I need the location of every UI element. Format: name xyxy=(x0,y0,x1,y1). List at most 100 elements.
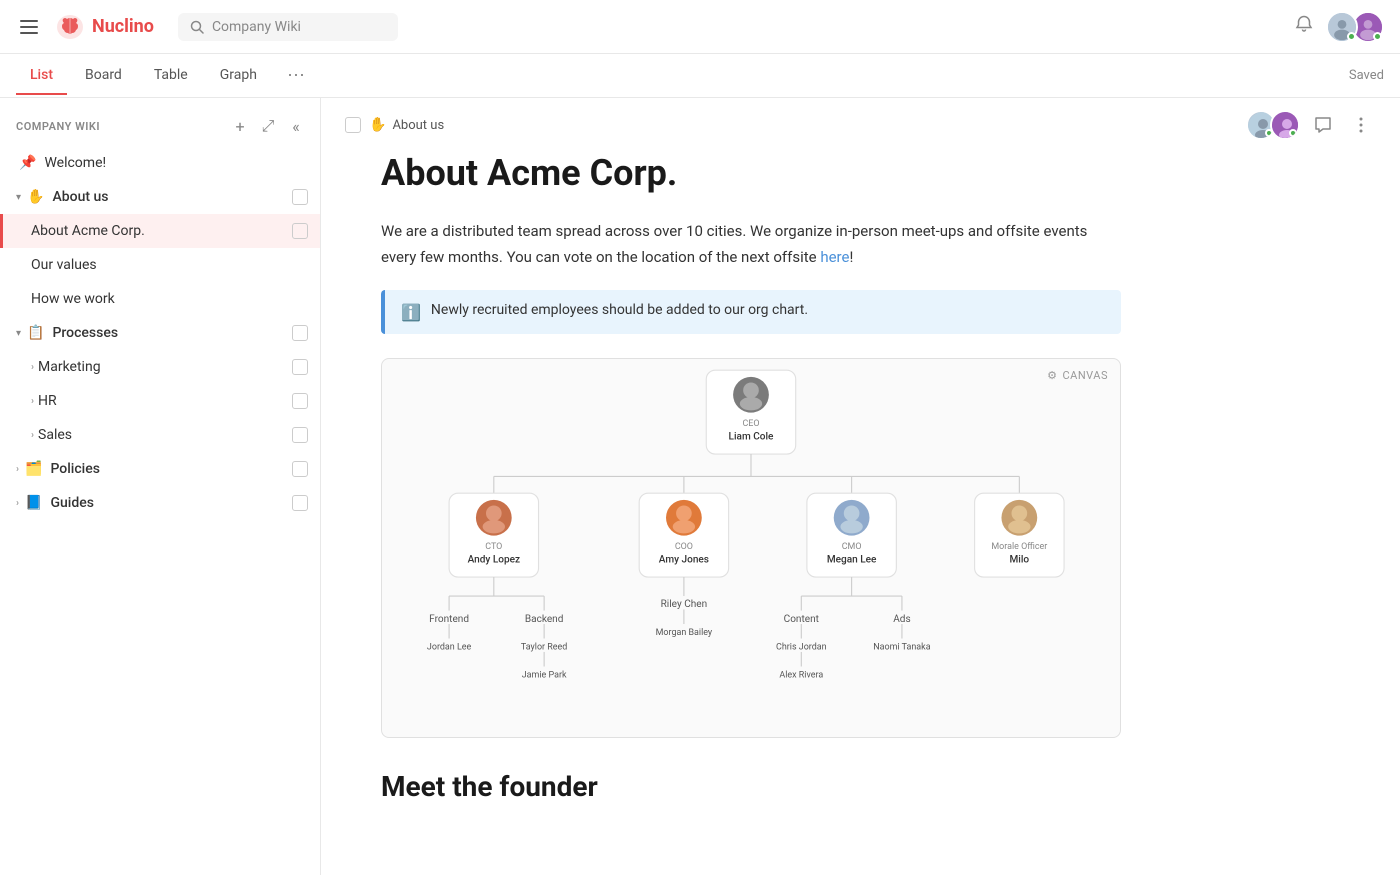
content-avatar-2 xyxy=(1270,110,1300,140)
tab-list[interactable]: List xyxy=(16,57,67,95)
breadcrumb-path: ✋ About us xyxy=(369,117,444,133)
hamburger-menu[interactable] xyxy=(16,16,42,38)
logo-icon xyxy=(54,11,86,43)
body-text-2: ! xyxy=(849,248,853,266)
svg-text:CMO: CMO xyxy=(842,542,862,552)
about-us-check xyxy=(292,189,308,205)
add-item-button[interactable]: + xyxy=(228,114,252,138)
about-acme-label: About Acme Corp. xyxy=(31,223,292,239)
svg-text:Morale Officer: Morale Officer xyxy=(991,542,1047,552)
sidebar-item-about-acme[interactable]: About Acme Corp. xyxy=(0,214,320,248)
expand-button[interactable]: ⤢ xyxy=(256,114,280,138)
tabs-bar: List Board Table Graph ⋯ Saved xyxy=(0,54,1400,98)
about-us-label: About us xyxy=(52,189,292,205)
saved-label: Saved xyxy=(1349,68,1384,83)
pin-icon: 📌 xyxy=(19,155,36,171)
canvas-label: ⚙ CANVAS xyxy=(1047,369,1108,382)
info-box: ℹ️ Newly recruited employees should be a… xyxy=(381,290,1121,334)
logo[interactable]: Nuclino xyxy=(54,11,154,43)
top-bar: Nuclino Company Wiki xyxy=(0,0,1400,54)
sales-chevron-icon: › xyxy=(31,430,34,441)
content-user-avatars xyxy=(1246,110,1300,140)
avatar-user1 xyxy=(1326,11,1358,43)
svg-text:Naomi Tanaka: Naomi Tanaka xyxy=(873,643,930,653)
processes-label: Processes xyxy=(52,325,292,341)
our-values-label: Our values xyxy=(31,257,308,273)
sidebar-header-actions: + ⤢ « xyxy=(228,114,308,138)
svg-text:Alex Rivera: Alex Rivera xyxy=(779,671,823,681)
svg-text:CEO: CEO xyxy=(742,419,759,429)
guides-label: Guides xyxy=(50,495,292,511)
svg-text:Ads: Ads xyxy=(893,614,910,625)
comments-button[interactable] xyxy=(1308,110,1338,140)
breadcrumb-label: About us xyxy=(392,118,444,133)
sidebar-section-title: COMPANY WIKI xyxy=(16,120,100,133)
tabs-more-button[interactable]: ⋯ xyxy=(279,61,313,90)
breadcrumb-check[interactable] xyxy=(345,117,361,133)
svg-text:Jordan Lee: Jordan Lee xyxy=(427,643,472,653)
sidebar-item-processes[interactable]: ▾ 📋 Processes xyxy=(0,316,320,350)
sidebar-item-about-us[interactable]: ▾ ✋ About us xyxy=(0,180,320,214)
sidebar-item-how-we-work[interactable]: How we work xyxy=(0,282,320,316)
content-body: About Acme Corp. We are a distributed te… xyxy=(321,152,1181,859)
sidebar-item-marketing[interactable]: › Marketing xyxy=(0,350,320,384)
breadcrumb: ✋ About us xyxy=(345,117,444,133)
sidebar-item-our-values[interactable]: Our values xyxy=(0,248,320,282)
processes-chevron-icon: ▾ xyxy=(16,328,21,339)
body-text-1: We are a distributed team spread across … xyxy=(381,222,1087,266)
svg-text:Riley Chen: Riley Chen xyxy=(661,599,708,610)
canvas-label-text: CANVAS xyxy=(1063,369,1109,382)
svg-text:CTO: CTO xyxy=(485,542,502,552)
collapse-sidebar-button[interactable]: « xyxy=(284,114,308,138)
tab-graph[interactable]: Graph xyxy=(206,57,271,95)
svg-text:Chris Jordan: Chris Jordan xyxy=(776,643,827,653)
org-chart-svg: CEO Liam Cole xyxy=(382,359,1120,738)
sidebar-item-welcome[interactable]: 📌 Welcome! xyxy=(0,146,320,180)
svg-text:Jamie Park: Jamie Park xyxy=(522,671,567,681)
guides-emoji: 📘 xyxy=(25,495,42,511)
here-link[interactable]: here xyxy=(820,248,849,266)
policies-emoji: 🗂️ xyxy=(25,461,42,477)
marketing-check xyxy=(292,359,308,375)
org-chart-canvas: ⚙ CANVAS CEO Liam Cole xyxy=(381,358,1121,738)
main-layout: COMPANY WIKI + ⤢ « 📌 Welcome! ▾ ✋ About … xyxy=(0,98,1400,875)
sidebar-item-sales[interactable]: › Sales xyxy=(0,418,320,452)
user-avatars xyxy=(1326,11,1384,43)
page-title: About Acme Corp. xyxy=(381,152,1121,195)
notifications-button[interactable] xyxy=(1294,14,1314,39)
svg-text:Megan Lee: Megan Lee xyxy=(827,555,877,566)
svg-text:Liam Cole: Liam Cole xyxy=(729,432,774,443)
guides-chevron-icon: › xyxy=(16,498,19,509)
svg-text:Content: Content xyxy=(784,614,819,625)
svg-text:Andy Lopez: Andy Lopez xyxy=(468,555,520,566)
content-topbar: ✋ About us xyxy=(321,98,1400,152)
sidebar-item-guides[interactable]: › 📘 Guides xyxy=(0,486,320,520)
sidebar-item-policies[interactable]: › 🗂️ Policies xyxy=(0,452,320,486)
tab-board[interactable]: Board xyxy=(71,57,136,95)
marketing-label: Marketing xyxy=(38,359,292,375)
sales-label: Sales xyxy=(38,427,292,443)
tab-table[interactable]: Table xyxy=(140,57,202,95)
hr-label: HR xyxy=(38,393,292,409)
about-acme-check xyxy=(292,223,308,239)
svg-text:Morgan Bailey: Morgan Bailey xyxy=(656,628,713,638)
breadcrumb-emoji: ✋ xyxy=(369,117,386,133)
sidebar: COMPANY WIKI + ⤢ « 📌 Welcome! ▾ ✋ About … xyxy=(0,98,321,875)
more-options-button[interactable] xyxy=(1346,110,1376,140)
hr-chevron-icon: › xyxy=(31,396,34,407)
page-body-paragraph: We are a distributed team spread across … xyxy=(381,219,1121,270)
content-actions xyxy=(1246,110,1376,140)
guides-check xyxy=(292,495,308,511)
policies-chevron-icon: › xyxy=(16,464,19,475)
search-placeholder: Company Wiki xyxy=(212,19,301,35)
canvas-icon: ⚙ xyxy=(1047,369,1057,382)
svg-text:Amy Jones: Amy Jones xyxy=(659,555,709,566)
sidebar-item-hr[interactable]: › HR xyxy=(0,384,320,418)
welcome-label: Welcome! xyxy=(44,155,308,171)
about-us-emoji: ✋ xyxy=(27,189,44,205)
policies-check xyxy=(292,461,308,477)
svg-text:Frontend: Frontend xyxy=(429,614,469,625)
search-bar[interactable]: Company Wiki xyxy=(178,13,398,41)
sales-check xyxy=(292,427,308,443)
sidebar-header: COMPANY WIKI + ⤢ « xyxy=(0,106,320,142)
